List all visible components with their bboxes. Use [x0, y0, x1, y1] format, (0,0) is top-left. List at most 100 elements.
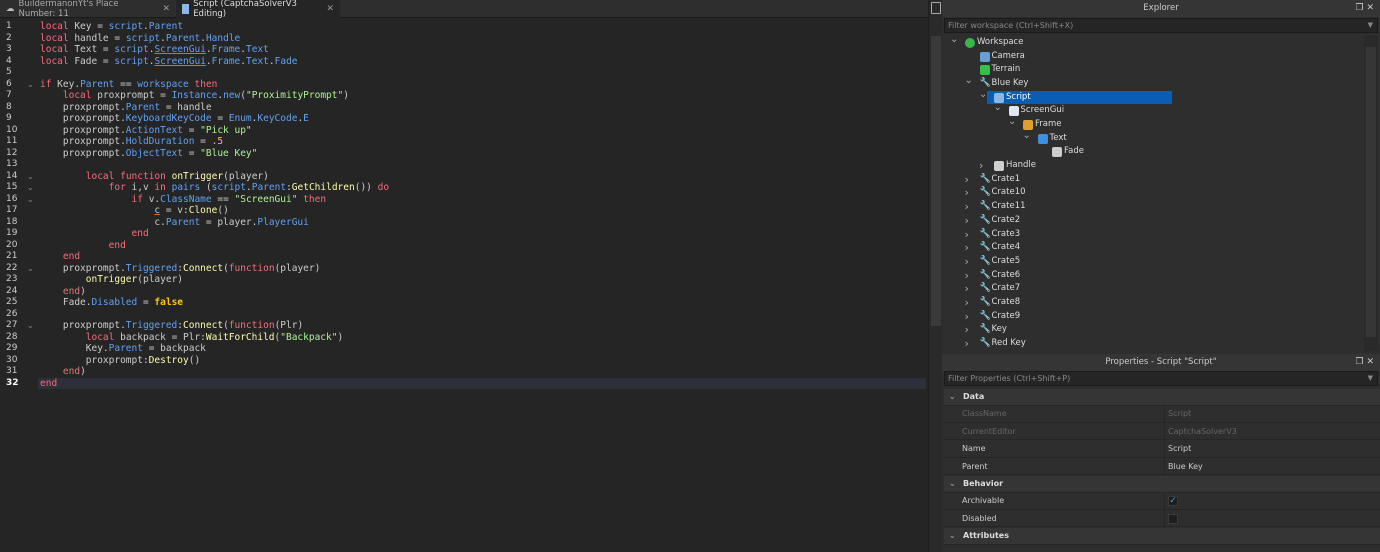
code-line[interactable]: local backpack = Plr:WaitForChild("Backp…: [40, 332, 926, 344]
checkbox[interactable]: [1168, 513, 1178, 524]
properties-window-controls[interactable]: ❐ ✕: [1356, 354, 1374, 371]
tree-item[interactable]: ⌄ Frame: [944, 116, 1364, 132]
tree-item[interactable]: ⌄ ScreenGui: [944, 102, 1364, 118]
code-line[interactable]: local Text = script.ScreenGui.Frame.Text: [40, 44, 926, 56]
code-line[interactable]: end: [40, 240, 926, 252]
tree-item[interactable]: ⌄ Text: [944, 129, 1364, 146]
chevron-down-icon[interactable]: ⌄: [965, 74, 973, 88]
code-line[interactable]: end: [38, 377, 926, 389]
chevron-right-icon[interactable]: ›: [965, 282, 969, 296]
property-row[interactable]: CurrentEditor CaptchaSolverV3: [944, 423, 1380, 441]
tree-item[interactable]: ⌄ Workspace: [944, 33, 1364, 50]
code-line[interactable]: end: [40, 228, 926, 240]
code-area[interactable]: local Key = script.Parent local handle = …: [38, 21, 926, 389]
code-line[interactable]: end): [40, 286, 926, 298]
property-value[interactable]: Blue Key: [1164, 458, 1380, 475]
property-section[interactable]: ⌄ Data: [944, 389, 1380, 406]
code-line[interactable]: Key.Parent = backpack: [40, 343, 926, 355]
code-line[interactable]: local function onTrigger(player): [40, 171, 926, 183]
code-line[interactable]: local handle = script.Parent.Handle: [40, 33, 926, 45]
tree-item[interactable]: › 🔧 Crate9: [944, 310, 1364, 324]
code-line[interactable]: [40, 309, 926, 321]
split-view-icon[interactable]: [931, 2, 941, 14]
code-line[interactable]: c.Parent = player.PlayerGui: [40, 217, 926, 229]
property-checkbox[interactable]: ✓: [1164, 493, 1380, 510]
code-line[interactable]: onTrigger(player): [40, 274, 926, 286]
code-line[interactable]: for i,v in pairs (script.Parent:GetChild…: [40, 182, 926, 194]
property-row[interactable]: Disabled: [944, 510, 1380, 528]
code-line[interactable]: c = v:Clone(): [40, 205, 926, 217]
explorer-filter-input[interactable]: Filter workspace (Ctrl+Shift+X) ▼: [944, 18, 1378, 33]
explorer-scrollbar[interactable]: [1364, 35, 1378, 351]
chevron-right-icon[interactable]: ›: [965, 296, 969, 310]
tree-item[interactable]: › 🔧 Crate10: [944, 186, 1364, 200]
code-line[interactable]: proxprompt.ActionText = "Pick up": [40, 125, 926, 137]
checkmark-icon[interactable]: ✓: [1168, 496, 1178, 507]
tree-item[interactable]: › 🔧 Crate2: [944, 214, 1364, 228]
dropdown-icon[interactable]: ▼: [1368, 19, 1373, 32]
property-checkbox[interactable]: [1164, 510, 1380, 527]
code-line[interactable]: end): [40, 366, 926, 378]
tree-item[interactable]: ⌄ Script: [944, 88, 1364, 105]
code-line[interactable]: proxprompt.Triggered:Connect(function(Pl…: [40, 320, 926, 332]
code-line[interactable]: proxprompt:Destroy(): [40, 355, 926, 367]
code-line[interactable]: proxprompt.Triggered:Connect(function(pl…: [40, 263, 926, 275]
code-line[interactable]: [40, 159, 926, 171]
code-line[interactable]: [40, 67, 926, 79]
tree-item[interactable]: › 🔧 Key: [944, 323, 1364, 337]
tree-item[interactable]: › Handle: [944, 159, 1364, 173]
chevron-right-icon[interactable]: ›: [965, 269, 969, 283]
tree-item[interactable]: Camera: [944, 50, 1364, 64]
code-line[interactable]: proxprompt.ObjectText = "Blue Key": [40, 148, 926, 160]
code-line[interactable]: local Key = script.Parent: [40, 21, 926, 33]
chevron-right-icon[interactable]: ›: [965, 186, 969, 200]
property-row[interactable]: Name Script: [944, 441, 1380, 458]
property-value[interactable]: CaptchaSolverV3: [1164, 423, 1380, 440]
close-icon[interactable]: ✕: [326, 4, 334, 14]
property-row[interactable]: ClassName Script: [944, 406, 1380, 423]
property-value[interactable]: Script: [1164, 441, 1380, 458]
chevron-right-icon[interactable]: ›: [965, 241, 969, 255]
property-section[interactable]: ⌄ Attributes: [944, 528, 1380, 545]
code-line[interactable]: end: [40, 251, 926, 263]
code-line[interactable]: local proxprompt = Instance.new("Proximi…: [40, 90, 926, 102]
code-line[interactable]: proxprompt.KeyboardKeyCode = Enum.KeyCod…: [40, 113, 926, 125]
tab-script[interactable]: Script (CaptchaSolverV3 Editing) ✕: [176, 0, 340, 19]
tree-item[interactable]: Terrain: [944, 63, 1364, 77]
chevron-down-icon[interactable]: ⌄: [949, 389, 956, 405]
code-line[interactable]: local Fade = script.ScreenGui.Frame.Text…: [40, 56, 926, 68]
fold-chevron-icon[interactable]: ⌄: [27, 182, 34, 194]
tree-item[interactable]: › 🔧 Crate5: [944, 255, 1364, 269]
chevron-down-icon[interactable]: ⌄: [1023, 129, 1031, 143]
chevron-down-icon[interactable]: ⌄: [949, 528, 956, 544]
tree-item[interactable]: › 🔧 Crate4: [944, 241, 1364, 255]
dropdown-icon[interactable]: ▼: [1368, 372, 1373, 385]
fold-chevron-icon[interactable]: ⌄: [27, 171, 34, 183]
editor-scrollbar[interactable]: [928, 0, 942, 552]
chevron-right-icon[interactable]: ›: [965, 214, 969, 228]
tree-item[interactable]: › 🔧 Crate3: [944, 228, 1364, 242]
properties-filter-input[interactable]: Filter Properties (Ctrl+Shift+P) ▼: [944, 371, 1378, 386]
tree-item[interactable]: › 🔧 Crate7: [944, 282, 1364, 296]
code-line[interactable]: Fade.Disabled = false: [40, 297, 926, 309]
chevron-down-icon[interactable]: ⌄: [950, 33, 958, 47]
tree-item[interactable]: › 🔧 Red Key: [944, 337, 1364, 351]
tree-item[interactable]: › 🔧 Crate8: [944, 296, 1364, 310]
scrollbar-thumb[interactable]: [1366, 47, 1376, 337]
chevron-right-icon[interactable]: ›: [965, 255, 969, 269]
tree-item[interactable]: › 🔧 Crate6: [944, 269, 1364, 283]
code-line[interactable]: proxprompt.HoldDuration = .5: [40, 136, 926, 148]
chevron-right-icon[interactable]: ›: [965, 323, 969, 337]
chevron-right-icon[interactable]: ›: [965, 173, 969, 187]
fold-chevron-icon[interactable]: ⌄: [27, 263, 34, 275]
fold-chevron-icon[interactable]: ⌄: [27, 194, 34, 206]
code-line[interactable]: if v.ClassName == "ScreenGui" then: [40, 194, 926, 206]
tab-place[interactable]: ☁ BuildermanonYt's Place Number: 11 ✕: [0, 0, 176, 19]
chevron-down-icon[interactable]: ⌄: [979, 88, 987, 102]
tree-item[interactable]: ⌄ 🔧 Blue Key: [944, 74, 1364, 91]
chevron-down-icon[interactable]: ⌄: [949, 476, 956, 492]
fold-chevron-icon[interactable]: ⌄: [27, 320, 34, 332]
chevron-right-icon[interactable]: ›: [965, 228, 969, 242]
code-line[interactable]: proxprompt.Parent = handle: [40, 102, 926, 114]
property-row[interactable]: Archivable ✓: [944, 493, 1380, 510]
